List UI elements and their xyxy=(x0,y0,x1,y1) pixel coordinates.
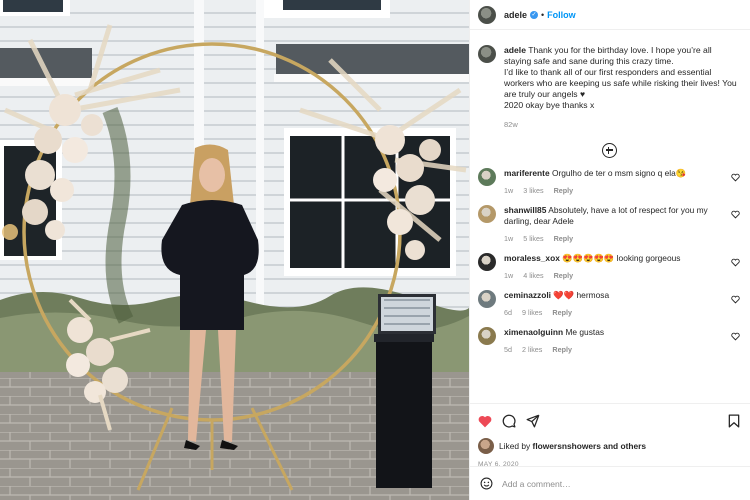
caption-text-line1: Thank you for the birthday love. I hope … xyxy=(504,45,712,66)
comment-like-heart-icon[interactable] xyxy=(731,295,740,304)
liked-by-row: Liked by flowersnshowers and others xyxy=(478,438,740,454)
caption: adele Thank you for the birthday love. I… xyxy=(478,45,740,130)
emoji-icon[interactable] xyxy=(480,477,493,490)
caption-text-line3: 2020 okay bye thanks x xyxy=(504,100,595,110)
comment-icon[interactable] xyxy=(502,414,516,428)
post-header: adele ✓ • Follow xyxy=(470,0,750,30)
reply-button[interactable]: Reply xyxy=(552,308,572,317)
follow-button[interactable]: Follow xyxy=(547,10,576,20)
liker-avatar[interactable] xyxy=(478,438,494,454)
author-avatar[interactable] xyxy=(478,5,496,24)
comment-like-heart-icon[interactable] xyxy=(731,173,740,182)
bookmark-icon[interactable] xyxy=(728,414,740,428)
verified-badge-icon: ✓ xyxy=(530,10,539,19)
comment-like-heart-icon[interactable] xyxy=(731,332,740,341)
comment-likes[interactable]: 5 likes xyxy=(523,234,543,243)
comment-likes[interactable]: 4 likes xyxy=(523,271,543,280)
liked-by-prefix: Liked by xyxy=(499,441,531,451)
commenter-username[interactable]: ceminazzoli xyxy=(504,290,551,300)
reply-button[interactable]: Reply xyxy=(554,186,574,195)
comment-item: mariferente Orgulho de ter o msm signo q… xyxy=(478,168,740,196)
post-photo[interactable] xyxy=(0,0,469,500)
comment-text: Me gustas xyxy=(565,327,605,337)
commenter-username[interactable]: ximenaolguinn xyxy=(504,327,563,337)
photo-illustration xyxy=(0,0,469,500)
comment-item: ximenaolguinn Me gustas 5d 2 likes Reply xyxy=(478,327,740,355)
caption-author-avatar[interactable] xyxy=(478,45,496,63)
liked-by-user[interactable]: flowersnshowers xyxy=(533,441,601,451)
comment-likes[interactable]: 9 likes xyxy=(522,308,542,317)
share-icon[interactable] xyxy=(526,414,540,428)
comment-age: 1w xyxy=(504,234,514,243)
comment-age: 6d xyxy=(504,308,512,317)
caption-text-line2: I’d like to thank all of our first respo… xyxy=(504,67,737,99)
comment-age: 1w xyxy=(504,186,514,195)
comment-list: mariferente Orgulho de ter o msm signo q… xyxy=(478,168,740,355)
comment-item: ceminazzoli ❤️❤️ hermosa 6d 9 likes Repl… xyxy=(478,290,740,318)
commenter-username[interactable]: moraless_xox xyxy=(504,253,560,263)
comment-likes[interactable]: 3 likes xyxy=(523,186,543,195)
comment-like-heart-icon[interactable] xyxy=(731,258,740,267)
liked-by-others[interactable]: and others xyxy=(603,441,646,451)
reply-button[interactable]: Reply xyxy=(554,271,574,280)
commenter-avatar[interactable] xyxy=(478,205,496,223)
comment-like-heart-icon[interactable] xyxy=(731,210,740,219)
caption-username[interactable]: adele xyxy=(504,45,526,55)
add-comment-input[interactable]: Add a comment… xyxy=(502,479,571,489)
plus-circle-icon[interactable] xyxy=(601,143,617,158)
commenter-avatar[interactable] xyxy=(478,290,496,308)
author-username[interactable]: adele xyxy=(504,10,527,20)
commenter-username[interactable]: shanwill85 xyxy=(504,205,546,215)
heart-icon[interactable] xyxy=(478,415,492,428)
instagram-post: adele ✓ • Follow adele Thank you for the… xyxy=(0,0,750,500)
commenter-avatar[interactable] xyxy=(478,327,496,345)
comment-text: Orgulho de ter o msm signo q ela😘 xyxy=(551,168,687,178)
reply-button[interactable]: Reply xyxy=(554,234,574,243)
comment-item: moraless_xox 😍😍😍😍😍 looking gorgeous 1w 4… xyxy=(478,253,740,281)
comment-text: ❤️❤️ hermosa xyxy=(553,290,610,300)
post-panel: adele ✓ • Follow adele Thank you for the… xyxy=(469,0,750,500)
header-separator: • xyxy=(541,9,545,20)
reply-button[interactable]: Reply xyxy=(552,345,572,354)
commenter-avatar[interactable] xyxy=(478,253,496,271)
comments-scroll-area[interactable]: adele Thank you for the birthday love. I… xyxy=(470,31,750,403)
comment-likes[interactable]: 2 likes xyxy=(522,345,542,354)
comment-age: 5d xyxy=(504,345,512,354)
caption-age: 82w xyxy=(504,120,518,129)
add-comment-row: Add a comment… xyxy=(470,466,750,500)
comment-age: 1w xyxy=(504,271,514,280)
commenter-avatar[interactable] xyxy=(478,168,496,186)
load-more-comments xyxy=(478,143,740,158)
comment-text: 😍😍😍😍😍 looking gorgeous xyxy=(562,253,681,263)
commenter-username[interactable]: mariferente xyxy=(504,168,550,178)
comment-item: shanwill85 Absolutely, have a lot of res… xyxy=(478,205,740,244)
action-bar: Liked by flowersnshowers and others MAY … xyxy=(470,403,750,468)
